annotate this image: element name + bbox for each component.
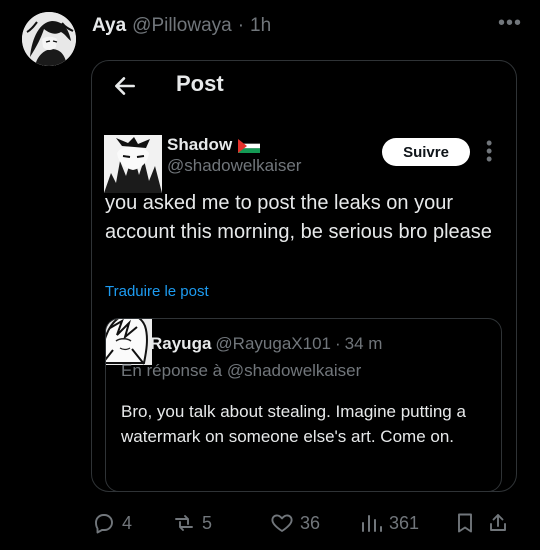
heart-icon (271, 514, 293, 532)
palestine-flag-icon (238, 138, 261, 153)
reply-avatar-illustration (106, 319, 152, 365)
share-icon (490, 514, 506, 531)
vertical-more-icon[interactable]: • • • (486, 134, 492, 168)
tweet-time[interactable]: 1h (250, 14, 271, 38)
reply-count: 4 (122, 512, 133, 533)
repost-icon (175, 515, 193, 531)
quoted-author-name[interactable]: Shadow (167, 135, 232, 155)
author-avatar[interactable] (22, 12, 76, 66)
header-separator: · (237, 15, 245, 36)
avatar-illustration (22, 12, 76, 66)
reply-separator: · (334, 334, 341, 353)
repost-count: 5 (202, 512, 213, 533)
reply-icon (95, 514, 113, 534)
bookmark-action[interactable] (453, 511, 477, 535)
follow-button[interactable]: Suivre (382, 138, 470, 166)
reply-time[interactable]: 34 m (345, 334, 383, 354)
embedded-screenshot-card: Post Shadow @shadowelkaiser Suivre • • • y… (91, 60, 517, 492)
quoted-avatar-illustration (104, 135, 162, 193)
reply-author-handle[interactable]: @RayugaX101 (215, 334, 331, 354)
arrow-left-icon[interactable] (112, 73, 138, 99)
tweet-header: Aya @Pillowaya · 1h (92, 14, 271, 38)
quoted-author-handle[interactable]: @shadowelkaiser (167, 156, 301, 176)
quoted-author-avatar[interactable] (104, 135, 162, 193)
reply-author-avatar[interactable] (106, 319, 152, 365)
embedded-post-topbar: Post (92, 61, 516, 111)
bookmark-icon (458, 513, 472, 533)
quoted-author-name-row[interactable]: Shadow (167, 135, 261, 155)
views-action[interactable]: 361 (359, 511, 419, 535)
more-icon[interactable]: ••• (498, 12, 522, 35)
repost-action[interactable]: 5 (172, 511, 212, 535)
translate-post-link[interactable]: Traduire le post (105, 283, 209, 300)
tweet-actions-bar: 4 5 36 361 (92, 507, 522, 539)
reply-context[interactable]: En réponse à @shadowelkaiser (121, 361, 361, 381)
reply-text: Bro, you talk about stealing. Imagine pu… (121, 402, 466, 446)
analytics-icon (362, 515, 382, 532)
author-name[interactable]: Aya (92, 14, 126, 38)
views-count: 361 (389, 512, 420, 533)
reply-action[interactable]: 4 (92, 511, 132, 535)
author-handle[interactable]: @Pillowaya (132, 14, 232, 38)
like-count: 36 (300, 512, 321, 533)
like-action[interactable]: 36 (270, 511, 320, 535)
quoted-post-text: you asked me to post the leaks on your a… (105, 192, 492, 243)
reply-preview-card[interactable]: Rayuga @RayugaX101 · 34 m En réponse à @… (105, 318, 502, 491)
share-action[interactable] (486, 511, 510, 535)
reply-author-name[interactable]: Rayuga (150, 334, 211, 354)
reply-header: Rayuga @RayugaX101 · 34 m (150, 334, 382, 354)
post-title: Post (176, 71, 224, 96)
